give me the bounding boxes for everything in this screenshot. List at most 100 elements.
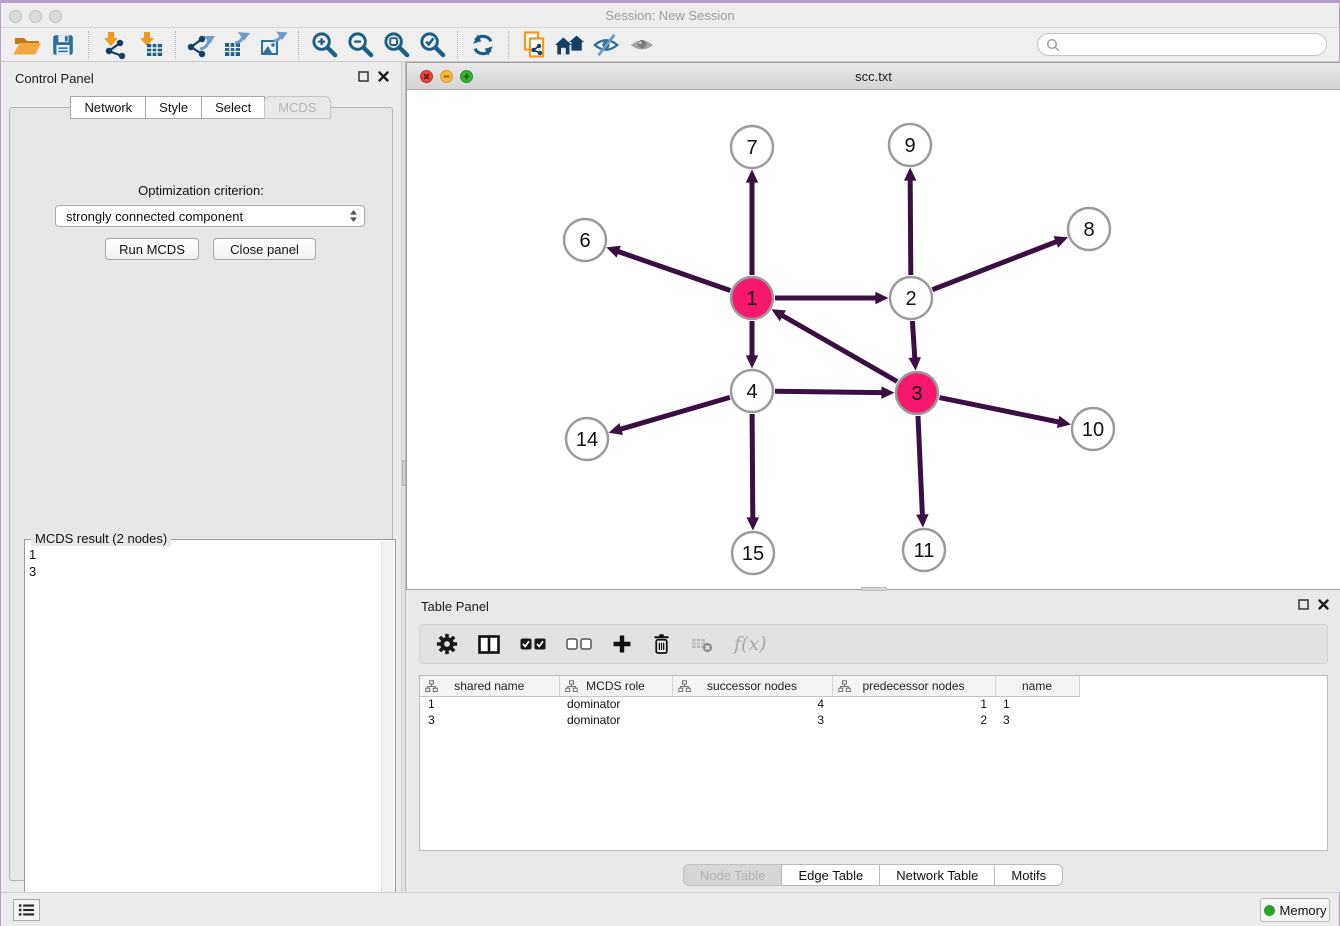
edge-4-3[interactable] [775, 391, 882, 392]
delete-table-button[interactable] [691, 635, 714, 653]
import-table-button[interactable] [132, 29, 168, 61]
import-network-button[interactable] [96, 29, 132, 61]
graph-node-4[interactable]: 4 [731, 370, 773, 412]
export-image-button[interactable] [255, 29, 291, 61]
tab-node-table[interactable]: Node Table [683, 864, 783, 886]
close-table-panel-icon[interactable] [1318, 599, 1329, 610]
add-column-button[interactable] [612, 634, 632, 654]
column-header-MCDS-role[interactable]: MCDS role [559, 676, 672, 696]
export-table-button[interactable] [219, 29, 255, 61]
table-row[interactable]: 1dominator411 [420, 696, 1079, 712]
column-header-successor-nodes[interactable]: successor nodes [672, 676, 832, 696]
title-bar: Session: New Session [1, 3, 1339, 28]
close-panel-button[interactable]: Close panel [213, 238, 316, 260]
graph-node-2[interactable]: 2 [890, 277, 932, 319]
close-panel-icon[interactable] [378, 71, 389, 82]
edge-2-3[interactable] [912, 321, 914, 358]
application-window: Session: New Session [0, 0, 1340, 926]
edge-4-14[interactable] [621, 397, 730, 429]
result-scrollbar[interactable] [381, 541, 394, 917]
network-window-titlebar[interactable]: scc.txt [407, 63, 1340, 90]
network-file-share-button[interactable] [516, 29, 552, 61]
graph-node-1[interactable]: 1 [731, 277, 773, 319]
apply-function-button[interactable]: f(x) [734, 633, 767, 655]
edge-4-15[interactable] [752, 414, 753, 518]
hide-selected-button[interactable] [588, 29, 624, 61]
tab-select[interactable]: Select [201, 96, 265, 119]
table-panel: Table Panel [406, 590, 1340, 892]
zoom-out-button[interactable] [342, 29, 378, 61]
plus-icon [612, 634, 632, 654]
network-window: scc.txt 1 2 3 4 6 7 8 9 10 11 14 15 [406, 62, 1340, 590]
graph-node-11[interactable]: 11 [903, 529, 945, 571]
criterion-dropdown-value: strongly connected component [66, 209, 349, 224]
edge-2-8[interactable] [932, 242, 1056, 290]
svg-text:6: 6 [579, 230, 590, 252]
toolbar-separator [457, 31, 458, 59]
graph-node-8[interactable]: 8 [1068, 208, 1110, 250]
graph-node-14[interactable]: 14 [566, 418, 608, 460]
deselect-all-rows-button[interactable] [566, 638, 592, 650]
table-settings-button[interactable] [436, 633, 458, 655]
mcds-result-text: 13 [29, 546, 379, 914]
column-header-name[interactable]: name [995, 676, 1079, 696]
open-file-button[interactable] [9, 29, 45, 61]
zoom-selected-button[interactable] [414, 29, 450, 61]
svg-text:15: 15 [742, 543, 764, 565]
float-panel-icon[interactable] [358, 71, 369, 82]
graph-node-3[interactable]: 3 [896, 372, 938, 414]
delete-columns-button[interactable] [652, 633, 671, 655]
memory-button[interactable]: Memory [1260, 898, 1330, 922]
svg-text:2: 2 [905, 288, 916, 310]
search-input[interactable] [1037, 33, 1327, 56]
tab-mcds[interactable]: MCDS [264, 96, 330, 119]
show-columns-button[interactable] [478, 635, 500, 654]
graph-node-10[interactable]: 10 [1072, 408, 1114, 450]
home-layout-button[interactable] [552, 29, 588, 61]
refresh-view-button[interactable] [465, 29, 501, 61]
graph-node-6[interactable]: 6 [564, 219, 606, 261]
run-mcds-button[interactable]: Run MCDS [105, 238, 199, 260]
network-canvas[interactable]: 1 2 3 4 6 7 8 9 10 11 14 15 [407, 90, 1340, 589]
zoom-fit-button[interactable] [378, 29, 414, 61]
task-history-button[interactable] [13, 899, 40, 921]
graph-node-7[interactable]: 7 [731, 126, 773, 168]
result-line: 1 [29, 546, 379, 563]
control-panel-header: Control Panel [1, 62, 401, 92]
import-network-icon [99, 30, 129, 60]
criterion-dropdown[interactable]: strongly connected component [55, 205, 365, 227]
column-header-predecessor-nodes[interactable]: predecessor nodes [832, 676, 995, 696]
svg-text:8: 8 [1083, 219, 1094, 241]
edge-3-10[interactable] [940, 398, 1059, 422]
show-all-button[interactable] [624, 29, 660, 61]
float-table-panel-icon[interactable] [1298, 599, 1309, 610]
table-panel-header: Table Panel [406, 590, 1340, 620]
tab-style[interactable]: Style [145, 96, 202, 119]
table-tabs: Node TableEdge TableNetwork TableMotifs [406, 864, 1340, 886]
save-session-button[interactable] [45, 29, 81, 61]
edge-3-1[interactable] [782, 316, 897, 382]
table-row[interactable]: 3dominator323 [420, 712, 1079, 728]
tab-edge-table[interactable]: Edge Table [781, 864, 880, 886]
tab-network[interactable]: Network [70, 96, 146, 119]
tab-motifs[interactable]: Motifs [994, 864, 1063, 886]
select-all-rows-button[interactable] [520, 638, 546, 650]
columns-icon [478, 635, 500, 654]
trash-icon [652, 633, 671, 655]
edge-2-9[interactable] [910, 180, 911, 275]
graph-node-9[interactable]: 9 [889, 124, 931, 166]
edge-1-6[interactable] [618, 252, 730, 291]
open-folder-icon [12, 30, 42, 60]
column-header-shared-name[interactable]: shared name [420, 676, 559, 696]
export-network-button[interactable] [183, 29, 219, 61]
graph-node-15[interactable]: 15 [732, 532, 774, 574]
mcds-panel: Optimization criterion: strongly connect… [9, 107, 393, 881]
node-table: shared nameMCDS rolesuccessor nodesprede… [419, 675, 1328, 851]
edge-3-11[interactable] [918, 416, 922, 515]
control-panel: Control Panel NetworkStyleSelectMCDS Opt… [1, 62, 401, 892]
zoom-in-button[interactable] [306, 29, 342, 61]
eye-icon [627, 31, 657, 59]
tab-network-table[interactable]: Network Table [879, 864, 995, 886]
eye-slash-icon [591, 31, 621, 59]
zoom-out-icon [346, 30, 375, 59]
